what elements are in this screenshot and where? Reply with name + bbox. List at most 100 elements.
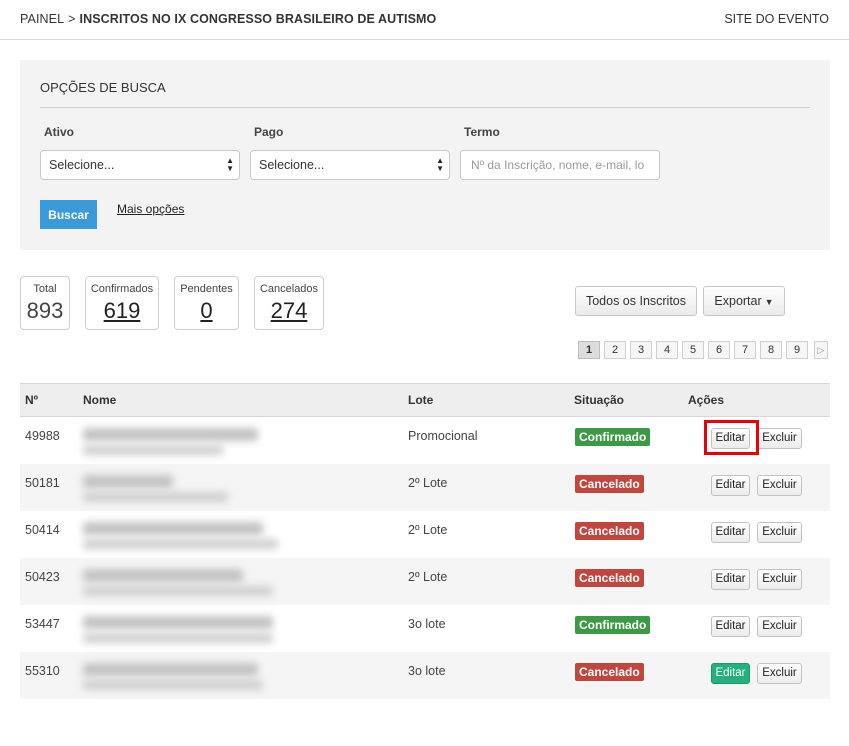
pago-label: Pago — [254, 125, 284, 139]
page-6[interactable]: 6 — [708, 341, 730, 359]
select-arrows-icon: ▲ ▼ — [436, 156, 444, 173]
page-2[interactable]: 2 — [604, 341, 626, 359]
cell-num: 50423 — [25, 570, 60, 584]
termo-label: Termo — [464, 125, 500, 139]
stat-confirmados-label: Confirmados — [90, 283, 154, 295]
edit-button[interactable]: Editar — [711, 616, 750, 637]
table-header: Nº Nome Lote Situação Ações — [20, 383, 830, 417]
redacted-email — [83, 492, 228, 502]
page-9[interactable]: 9 — [786, 341, 808, 359]
delete-button[interactable]: Excluir — [757, 569, 802, 590]
stat-confirmados: Confirmados 619 — [85, 276, 159, 330]
cell-num: 50181 — [25, 476, 60, 490]
top-bar: PAINEL > INSCRITOS NO IX CONGRESSO BRASILE… — [0, 0, 849, 40]
redacted-name — [83, 663, 258, 676]
stat-cancelados-label: Cancelados — [259, 283, 319, 295]
status-badge: Cancelado — [575, 522, 644, 540]
cell-lote: 2º Lote — [408, 523, 448, 537]
header-acoes: Ações — [688, 393, 725, 407]
exportar-label: Exportar — [714, 294, 762, 308]
buscar-button[interactable]: Buscar — [40, 200, 97, 229]
breadcrumb: PAINEL > INSCRITOS NO IX CONGRESSO BRASILE… — [20, 12, 436, 26]
cell-lote: 2º Lote — [408, 476, 448, 490]
edit-button[interactable]: Editar — [711, 569, 750, 590]
ativo-select[interactable]: Selecione... ▲ ▼ — [40, 150, 240, 180]
cell-lote: 3o lote — [408, 664, 446, 678]
redacted-name — [83, 428, 258, 441]
stat-cancelados-value[interactable]: 274 — [255, 298, 323, 324]
edit-button[interactable]: Editar — [711, 522, 750, 543]
cell-lote: 2º Lote — [408, 570, 448, 584]
page-7[interactable]: 7 — [734, 341, 756, 359]
header-lote: Lote — [408, 393, 434, 407]
stat-total-label: Total — [33, 283, 57, 295]
cell-lote: 3o lote — [408, 617, 446, 631]
redacted-email — [83, 680, 263, 690]
breadcrumb-current: INSCRITOS NO IX CONGRESSO BRASILEIRO DE … — [79, 12, 437, 26]
stat-pendentes-value[interactable]: 0 — [175, 298, 238, 324]
pago-select-value: Selecione... — [259, 158, 325, 172]
select-arrows-icon: ▲ ▼ — [226, 156, 234, 173]
page-8[interactable]: 8 — [760, 341, 782, 359]
edit-highlight-box — [704, 420, 759, 455]
cell-num: 55310 — [25, 664, 60, 678]
redacted-email — [83, 445, 223, 455]
stat-total: Total 893 — [20, 276, 70, 330]
site-do-evento-link[interactable]: SITE DO EVENTO — [724, 12, 829, 26]
breadcrumb-separator: > — [68, 12, 76, 26]
table-row: 50414 2º Lote Cancelado Editar Excluir — [20, 511, 830, 558]
table-row — [20, 699, 830, 746]
edit-button[interactable]: Editar — [711, 475, 750, 496]
status-badge: Confirmado — [575, 428, 651, 446]
delete-button[interactable]: Excluir — [757, 522, 802, 543]
search-divider — [40, 107, 810, 108]
delete-button[interactable]: Excluir — [757, 663, 802, 684]
mais-opcoes-link[interactable]: Mais opções — [117, 202, 184, 216]
page-1[interactable]: 1 — [578, 341, 600, 359]
stat-total-value: 893 — [26, 298, 64, 323]
cell-num: 53447 — [25, 617, 60, 631]
redacted-email — [83, 586, 273, 596]
table-row: 50423 2º Lote Cancelado Editar Excluir — [20, 558, 830, 605]
cell-num: 50414 — [25, 523, 60, 537]
redacted-name — [83, 616, 273, 629]
table-row: 49988 Promocional Confirmado Editar Excl… — [20, 417, 830, 464]
next-page-icon[interactable]: ▷ — [814, 341, 828, 359]
exportar-dropdown-button[interactable]: Exportar ▼ — [703, 286, 785, 316]
header-num: Nº — [25, 393, 39, 407]
pago-select[interactable]: Selecione... ▲ ▼ — [250, 150, 450, 180]
table-row: 55310 3o lote Cancelado Editar Excluir — [20, 652, 830, 699]
page-3[interactable]: 3 — [630, 341, 652, 359]
redacted-email — [83, 539, 278, 549]
edit-button[interactable]: Editar — [711, 663, 750, 684]
page-4[interactable]: 4 — [656, 341, 678, 359]
search-title: OPÇÕES DE BUSCA — [40, 80, 166, 95]
stat-confirmados-value[interactable]: 619 — [86, 298, 158, 324]
status-badge: Cancelado — [575, 663, 644, 681]
status-badge: Confirmado — [575, 616, 651, 634]
redacted-name — [83, 522, 263, 535]
status-badge: Cancelado — [575, 475, 644, 493]
redacted-name — [83, 569, 243, 582]
cell-lote: Promocional — [408, 429, 478, 443]
page-5[interactable]: 5 — [682, 341, 704, 359]
todos-inscritos-button[interactable]: Todos os Inscritos — [575, 286, 697, 316]
header-situacao: Situação — [574, 393, 625, 407]
delete-button[interactable]: Excluir — [757, 475, 802, 496]
ativo-label: Ativo — [44, 125, 74, 139]
stat-cancelados: Cancelados 274 — [254, 276, 324, 330]
stat-pendentes: Pendentes 0 — [174, 276, 239, 330]
stat-pendentes-label: Pendentes — [180, 283, 233, 295]
table-row: 50181 2º Lote Cancelado Editar Excluir — [20, 464, 830, 511]
termo-input[interactable] — [460, 150, 660, 180]
delete-button[interactable]: Excluir — [757, 616, 802, 637]
cell-num: 49988 — [25, 429, 60, 443]
status-badge: Cancelado — [575, 569, 644, 587]
header-nome: Nome — [83, 393, 117, 407]
redacted-name — [83, 475, 173, 488]
search-panel: OPÇÕES DE BUSCA Ativo Selecione... ▲ ▼ Pa… — [20, 60, 830, 250]
ativo-select-value: Selecione... — [49, 158, 115, 172]
delete-button[interactable]: Excluir — [757, 428, 802, 449]
redacted-email — [83, 633, 273, 643]
breadcrumb-painel-link[interactable]: PAINEL — [20, 12, 64, 26]
